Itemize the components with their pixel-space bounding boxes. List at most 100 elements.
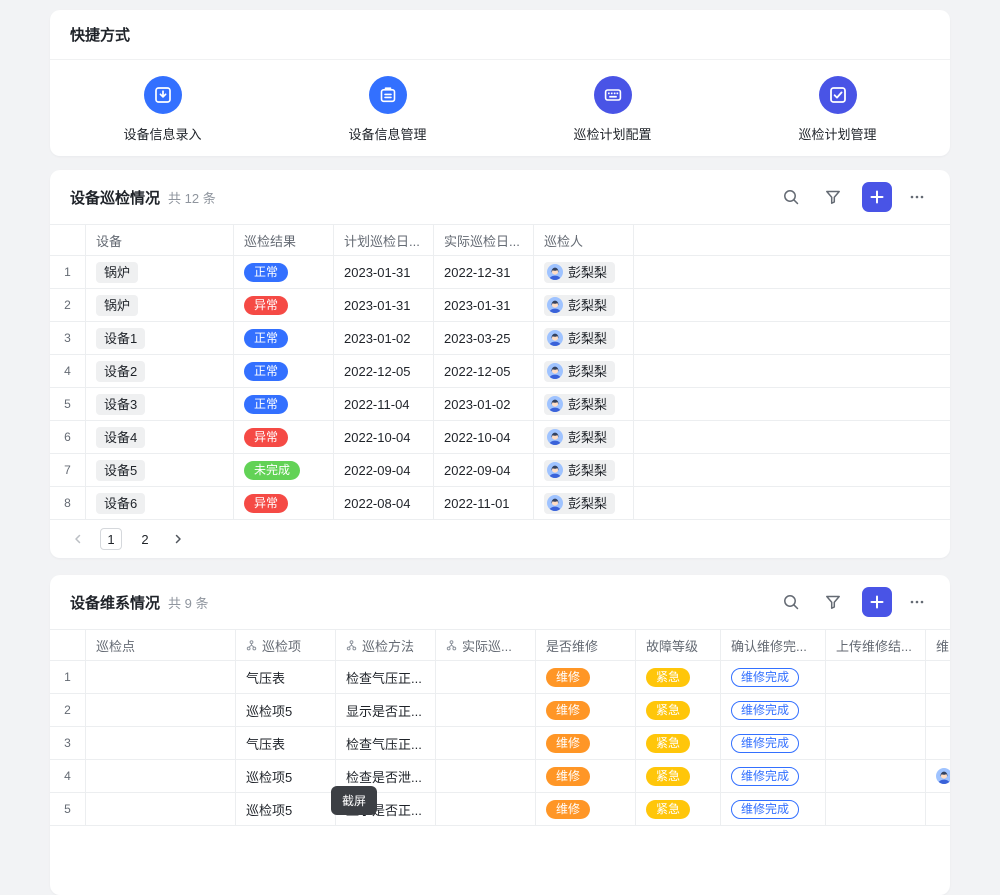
more-icon[interactable] bbox=[904, 184, 930, 210]
column-header[interactable]: 实际巡检日... bbox=[434, 225, 534, 255]
inspector-cell[interactable]: 彭梨梨 bbox=[534, 322, 634, 354]
point-cell[interactable] bbox=[86, 793, 236, 825]
result-cell[interactable]: 正常 bbox=[234, 355, 334, 387]
search-icon[interactable] bbox=[778, 589, 804, 615]
device-cell[interactable]: 设备4 bbox=[86, 421, 234, 453]
inspector-cell[interactable]: 彭梨梨 bbox=[534, 289, 634, 321]
device-cell[interactable]: 设备3 bbox=[86, 388, 234, 420]
level-cell[interactable]: 紧急 bbox=[636, 727, 721, 759]
actual-cell[interactable] bbox=[436, 694, 536, 726]
upload-cell[interactable] bbox=[826, 760, 926, 792]
actual-date-cell[interactable]: 2022-12-05 bbox=[434, 355, 534, 387]
row-index-cell[interactable]: 7 bbox=[50, 454, 86, 486]
result-cell[interactable]: 未完成 bbox=[234, 454, 334, 486]
point-cell[interactable] bbox=[86, 694, 236, 726]
plan-date-cell[interactable]: 2022-09-04 bbox=[334, 454, 434, 486]
plan-date-cell[interactable]: 2022-08-04 bbox=[334, 487, 434, 519]
row-index-cell[interactable]: 6 bbox=[50, 421, 86, 453]
actual-date-cell[interactable]: 2023-01-02 bbox=[434, 388, 534, 420]
plan-date-cell[interactable]: 2022-11-04 bbox=[334, 388, 434, 420]
actual-date-cell[interactable]: 2022-09-04 bbox=[434, 454, 534, 486]
item-cell[interactable]: 巡检项5 bbox=[236, 694, 336, 726]
method-cell[interactable]: 检查气压正... bbox=[336, 727, 436, 759]
more-icon[interactable] bbox=[904, 589, 930, 615]
column-header[interactable]: 巡检人 bbox=[534, 225, 634, 255]
repair-cell[interactable]: 维修 bbox=[536, 694, 636, 726]
row-index-cell[interactable]: 1 bbox=[50, 256, 86, 288]
plan-date-cell[interactable]: 2022-12-05 bbox=[334, 355, 434, 387]
column-header[interactable]: 巡检结果 bbox=[234, 225, 334, 255]
plan-date-cell[interactable]: 2023-01-02 bbox=[334, 322, 434, 354]
upload-cell[interactable] bbox=[826, 661, 926, 693]
device-cell[interactable]: 设备5 bbox=[86, 454, 234, 486]
actual-date-cell[interactable]: 2023-01-31 bbox=[434, 289, 534, 321]
add-record-button[interactable] bbox=[862, 587, 892, 617]
result-cell[interactable]: 正常 bbox=[234, 322, 334, 354]
row-index-cell[interactable]: 8 bbox=[50, 487, 86, 519]
row-index-cell[interactable]: 2 bbox=[50, 289, 86, 321]
point-cell[interactable] bbox=[86, 760, 236, 792]
column-header[interactable]: 维... bbox=[926, 630, 950, 660]
row-index-cell[interactable]: 5 bbox=[50, 388, 86, 420]
plan-date-cell[interactable]: 2022-10-04 bbox=[334, 421, 434, 453]
method-cell[interactable]: 显示是否正... bbox=[336, 694, 436, 726]
upload-cell[interactable] bbox=[826, 694, 926, 726]
row-index-cell[interactable]: 1 bbox=[50, 661, 86, 693]
column-header[interactable]: 巡检点 bbox=[86, 630, 236, 660]
repair-cell[interactable]: 维修 bbox=[536, 793, 636, 825]
column-header[interactable]: 确认维修完... bbox=[721, 630, 826, 660]
shortcut-item-1[interactable]: 设备信息录入 bbox=[83, 76, 243, 143]
level-cell[interactable]: 紧急 bbox=[636, 661, 721, 693]
actual-cell[interactable] bbox=[436, 727, 536, 759]
point-cell[interactable] bbox=[86, 727, 236, 759]
inspector-cell[interactable]: 彭梨梨 bbox=[534, 454, 634, 486]
inspector-cell[interactable]: 彭梨梨 bbox=[534, 256, 634, 288]
level-cell[interactable]: 紧急 bbox=[636, 694, 721, 726]
device-cell[interactable]: 锅炉 bbox=[86, 256, 234, 288]
result-cell[interactable]: 异常 bbox=[234, 421, 334, 453]
plan-date-cell[interactable]: 2023-01-31 bbox=[334, 256, 434, 288]
maintainer-cell[interactable] bbox=[926, 760, 950, 792]
row-index-cell[interactable]: 3 bbox=[50, 727, 86, 759]
page-number-2[interactable]: 2 bbox=[134, 528, 156, 550]
column-header[interactable]: 故障等级 bbox=[636, 630, 721, 660]
inspector-cell[interactable]: 彭梨梨 bbox=[534, 355, 634, 387]
plan-date-cell[interactable]: 2023-01-31 bbox=[334, 289, 434, 321]
column-header[interactable]: 巡检方法 bbox=[336, 630, 436, 660]
actual-date-cell[interactable]: 2022-12-31 bbox=[434, 256, 534, 288]
actual-cell[interactable] bbox=[436, 760, 536, 792]
filter-icon[interactable] bbox=[820, 589, 846, 615]
column-header[interactable]: 计划巡检日... bbox=[334, 225, 434, 255]
filter-icon[interactable] bbox=[820, 184, 846, 210]
column-header[interactable]: 设备 bbox=[86, 225, 234, 255]
inspector-cell[interactable]: 彭梨梨 bbox=[534, 388, 634, 420]
result-cell[interactable]: 正常 bbox=[234, 388, 334, 420]
confirm-cell[interactable]: 维修完成 bbox=[721, 760, 826, 792]
item-cell[interactable]: 巡检项5 bbox=[236, 793, 336, 825]
confirm-cell[interactable]: 维修完成 bbox=[721, 661, 826, 693]
maintainer-cell[interactable] bbox=[926, 661, 950, 693]
confirm-cell[interactable]: 维修完成 bbox=[721, 727, 826, 759]
repair-cell[interactable]: 维修 bbox=[536, 661, 636, 693]
row-index-cell[interactable]: 3 bbox=[50, 322, 86, 354]
actual-cell[interactable] bbox=[436, 661, 536, 693]
device-cell[interactable]: 设备2 bbox=[86, 355, 234, 387]
column-header[interactable]: 上传维修结... bbox=[826, 630, 926, 660]
row-index-cell[interactable]: 2 bbox=[50, 694, 86, 726]
result-cell[interactable]: 正常 bbox=[234, 256, 334, 288]
column-header[interactable]: 实际巡... bbox=[436, 630, 536, 660]
upload-cell[interactable] bbox=[826, 793, 926, 825]
actual-date-cell[interactable]: 2022-10-04 bbox=[434, 421, 534, 453]
actual-date-cell[interactable]: 2023-03-25 bbox=[434, 322, 534, 354]
column-header[interactable]: 巡检项 bbox=[236, 630, 336, 660]
add-record-button[interactable] bbox=[862, 182, 892, 212]
inspector-cell[interactable]: 彭梨梨 bbox=[534, 487, 634, 519]
prev-page-icon[interactable] bbox=[68, 529, 88, 549]
actual-cell[interactable] bbox=[436, 793, 536, 825]
upload-cell[interactable] bbox=[826, 727, 926, 759]
screenshot-tooltip[interactable]: 截屏 bbox=[331, 786, 377, 815]
row-index-cell[interactable]: 4 bbox=[50, 760, 86, 792]
item-cell[interactable]: 气压表 bbox=[236, 661, 336, 693]
device-cell[interactable]: 设备1 bbox=[86, 322, 234, 354]
item-cell[interactable]: 气压表 bbox=[236, 727, 336, 759]
